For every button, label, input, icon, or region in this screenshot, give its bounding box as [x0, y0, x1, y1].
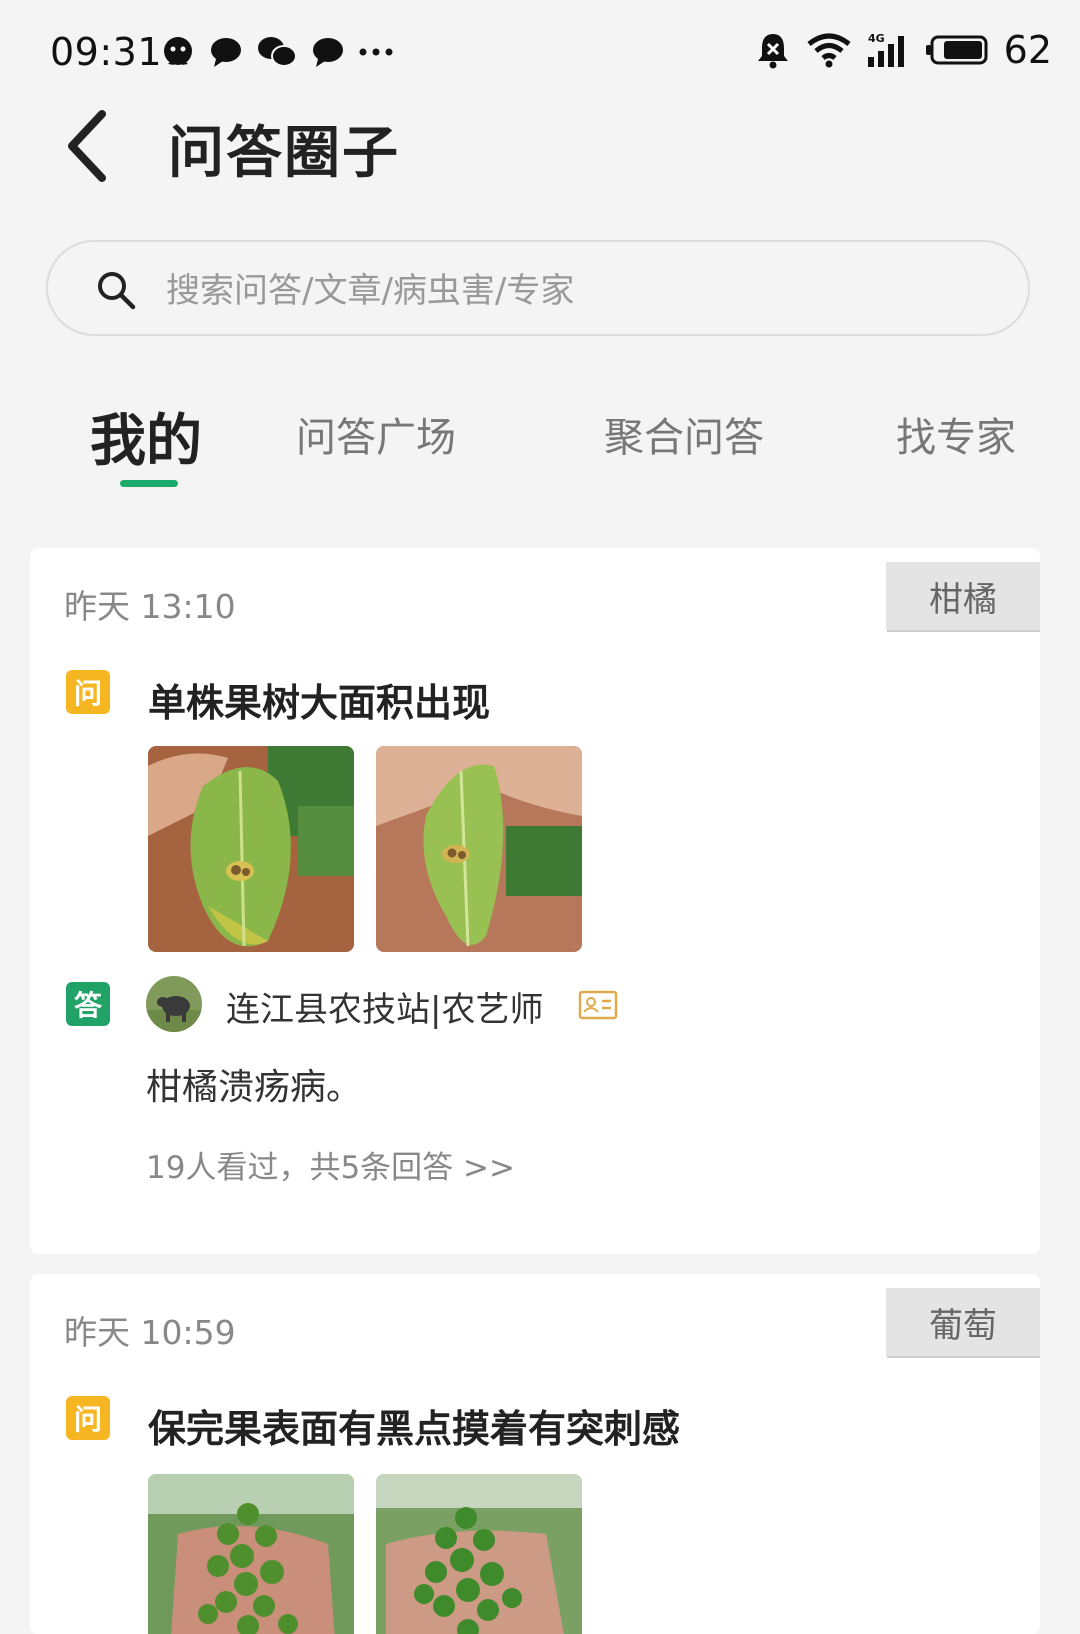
- battery-icon: [925, 35, 988, 65]
- back-button[interactable]: [62, 108, 118, 184]
- wechat-icon: [258, 37, 297, 67]
- notification-icons: [160, 34, 394, 70]
- status-right: 4G 62: [754, 28, 1052, 72]
- more-dots-icon: [359, 48, 393, 56]
- chevron-left-icon: [68, 110, 106, 182]
- question-image[interactable]: [376, 1474, 582, 1634]
- leaf-photo: [148, 746, 354, 952]
- grape-photo: [376, 1474, 582, 1634]
- question-image[interactable]: [148, 1474, 354, 1634]
- chat-bubble-icon: [313, 38, 343, 67]
- question-image[interactable]: [148, 746, 354, 952]
- qq-icon: [164, 37, 192, 65]
- view-count-link[interactable]: 19人看过，共5条回答 >>: [146, 1142, 515, 1187]
- answer-badge: 答: [66, 982, 110, 1026]
- alarm-icon: [757, 34, 788, 69]
- svg-text:4G: 4G: [868, 32, 885, 45]
- question-badge: 问: [66, 670, 110, 714]
- tab-qa-square[interactable]: 问答广场: [296, 405, 456, 463]
- crop-tag[interactable]: 柑橘: [886, 562, 1040, 630]
- post-time: 昨天 13:10: [64, 587, 236, 626]
- question-title[interactable]: 保完果表面有黑点摸着有突刺感: [148, 1398, 680, 1453]
- active-tab-indicator: [120, 480, 178, 487]
- answerer-name[interactable]: 连江县农技站|农艺师: [226, 982, 543, 1031]
- crop-tag[interactable]: 葡萄: [886, 1288, 1040, 1356]
- id-card-icon: [578, 990, 618, 1020]
- battery-level: 62: [1003, 28, 1052, 72]
- question-title[interactable]: 单株果树大面积出现: [148, 672, 490, 727]
- question-image[interactable]: [376, 746, 582, 952]
- post-time: 昨天 10:59: [64, 1313, 236, 1352]
- question-card[interactable]: 昨天 13:10 柑橘 问 单株果树大面积出现 答 连江县农技站|农艺师 柑橘溃…: [30, 548, 1040, 1254]
- grape-photo: [148, 1474, 354, 1634]
- page-title: 问答圈子: [168, 121, 400, 186]
- tab-find-expert[interactable]: 找专家: [896, 405, 1016, 463]
- cellular-signal-icon: 4G: [867, 32, 904, 67]
- tab-aggregated-qa[interactable]: 聚合问答: [604, 405, 764, 463]
- question-badge: 问: [66, 1396, 110, 1440]
- tab-mine[interactable]: 我的: [90, 396, 202, 477]
- search-icon: [98, 272, 136, 310]
- status-time: 09:31: [50, 30, 163, 74]
- wifi-icon: [807, 33, 851, 68]
- search-input[interactable]: [164, 262, 968, 320]
- question-card[interactable]: 昨天 10:59 葡萄 问 保完果表面有黑点摸着有突刺感: [30, 1274, 1040, 1634]
- chat-bubble-icon: [211, 38, 241, 67]
- search-bar[interactable]: [46, 240, 1030, 336]
- leaf-photo: [376, 746, 582, 952]
- answer-text: 柑橘溃疡病。: [146, 1067, 363, 1108]
- avatar[interactable]: [146, 976, 202, 1032]
- avatar-image: [146, 976, 202, 1032]
